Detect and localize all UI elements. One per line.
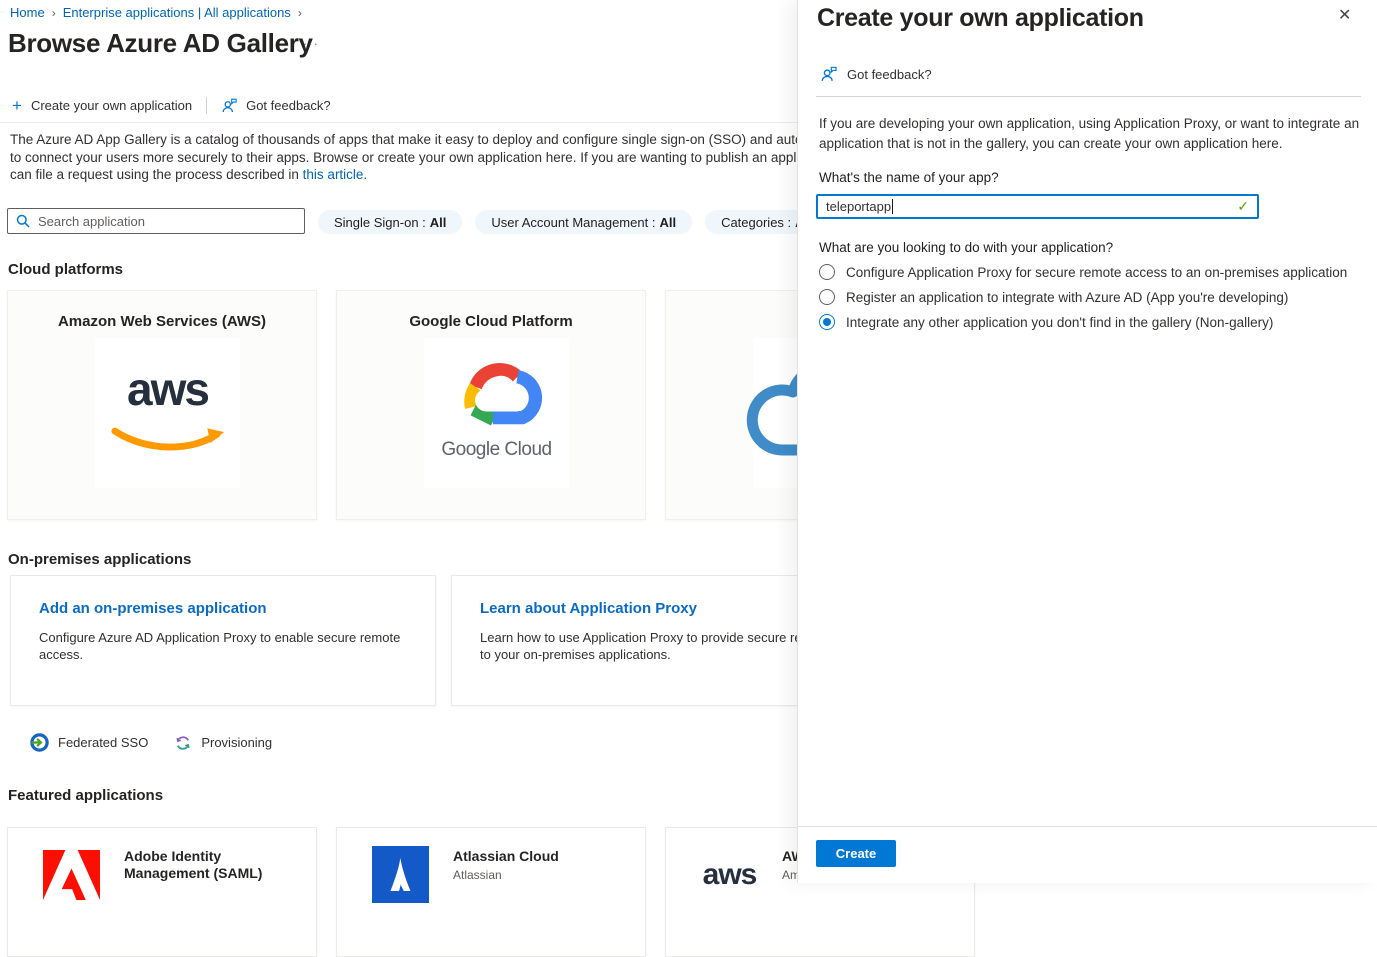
breadcrumb-separator: › [52,6,56,20]
breadcrumb: Home › Enterprise applications | All appli… [10,5,309,20]
create-your-own-application-panel: Create your own application ✕ Got feedba… [797,0,1377,883]
on-premises-heading: On-premises applications [8,551,191,568]
plus-icon: + [12,97,22,114]
card-title: Amazon Web Services (AWS) [8,313,316,330]
radio-label: Register an application to integrate wit… [846,290,1288,305]
toolbar-divider [206,97,207,114]
radio-button-unselected[interactable] [819,289,835,305]
card-title: Adobe Identity Management (SAML) [124,848,262,882]
radio-button-unselected[interactable] [819,264,835,280]
legend-provisioning: Provisioning [174,734,272,752]
filter-pills: Single Sign-on :All User Account Managem… [318,210,828,234]
card-google-cloud-platform[interactable]: Google Cloud Platform Google Cloud [336,290,646,520]
card-title: Atlassian Cloud [453,848,559,865]
breadcrumb-home-link[interactable]: Home [10,5,45,20]
google-cloud-logo: Google Cloud [424,338,569,488]
card-publisher: Atlassian [453,868,559,882]
card-atlassian-cloud[interactable]: Atlassian Cloud Atlassian [336,827,646,957]
card-add-on-premises-application[interactable]: Add an on-premises application Configure… [10,575,436,706]
valid-check-icon: ✓ [1237,198,1249,215]
radio-integrate-non-gallery[interactable]: Integrate any other application you don'… [819,314,1347,330]
panel-got-feedback-label: Got feedback? [847,67,932,82]
legend-federated-sso: Federated SSO [30,733,148,752]
filter-single-sign-on[interactable]: Single Sign-on :All [318,210,462,234]
feedback-person-icon [221,97,238,114]
create-your-own-application-label: Create your own application [31,98,192,113]
radio-label: Integrate any other application you don'… [846,315,1273,330]
filter-user-account-management[interactable]: User Account Management :All [475,210,692,234]
card-title: Google Cloud Platform [337,313,645,330]
legend-label: Provisioning [201,735,272,750]
panel-footer-divider [798,826,1377,827]
text-cursor [892,199,893,214]
breadcrumb-separator: › [298,6,302,20]
create-button[interactable]: Create [816,840,896,867]
cloud-platforms-heading: Cloud platforms [8,261,123,278]
app-name-value: teleportapp [826,199,891,214]
breadcrumb-enterprise-apps-link[interactable]: Enterprise applications | All applicatio… [63,5,291,20]
app-name-label: What's the name of your app? [819,170,999,185]
federated-sso-icon [30,733,49,752]
aws-logo: aws [95,338,240,488]
got-feedback-label: Got feedback? [246,98,331,113]
panel-intro-text: If you are developing your own applicati… [819,114,1364,154]
aws-logo: aws [701,846,758,903]
radio-register-application[interactable]: Register an application to integrate wit… [819,289,1347,305]
app-name-input[interactable]: teleportapp ✓ [816,194,1259,219]
search-icon [16,214,30,228]
app-purpose-radio-group: Configure Application Proxy for secure r… [819,264,1347,330]
provisioning-icon [174,734,192,752]
legend-label: Federated SSO [58,735,148,750]
radio-button-selected[interactable] [819,314,835,330]
panel-got-feedback-button[interactable]: Got feedback? [820,65,932,83]
feedback-person-icon [820,65,838,83]
atlassian-logo [372,846,429,903]
capability-legend: Federated SSO Provisioning [30,733,272,752]
app-purpose-label: What are you looking to do with your app… [819,240,1113,255]
this-article-link[interactable]: this article. [303,167,368,182]
close-icon[interactable]: ✕ [1338,8,1351,24]
search-application-box[interactable] [7,208,305,234]
command-bar: + Create your own application Got feedba… [12,94,331,116]
card-adobe-identity-management[interactable]: Adobe Identity Management (SAML) [7,827,317,957]
on-premises-cards: Add an on-premises application Configure… [10,575,877,706]
got-feedback-button[interactable]: Got feedback? [221,97,331,114]
create-your-own-application-button[interactable]: + Create your own application [12,97,192,114]
panel-title: Create your own application [817,4,1144,33]
radio-configure-application-proxy[interactable]: Configure Application Proxy for secure r… [819,264,1347,280]
page-context-menu-button[interactable]: ··· [303,36,319,51]
card-title-link[interactable]: Add an on-premises application [39,600,435,617]
card-description: Configure Azure AD Application Proxy to … [39,629,435,663]
search-application-input[interactable] [38,214,278,229]
adobe-logo [43,846,100,903]
featured-applications-heading: Featured applications [8,787,163,804]
panel-divider [816,96,1361,97]
page-title: Browse Azure AD Gallery [8,28,313,59]
radio-label: Configure Application Proxy for secure r… [846,265,1347,280]
card-amazon-web-services[interactable]: Amazon Web Services (AWS) aws [7,290,317,520]
